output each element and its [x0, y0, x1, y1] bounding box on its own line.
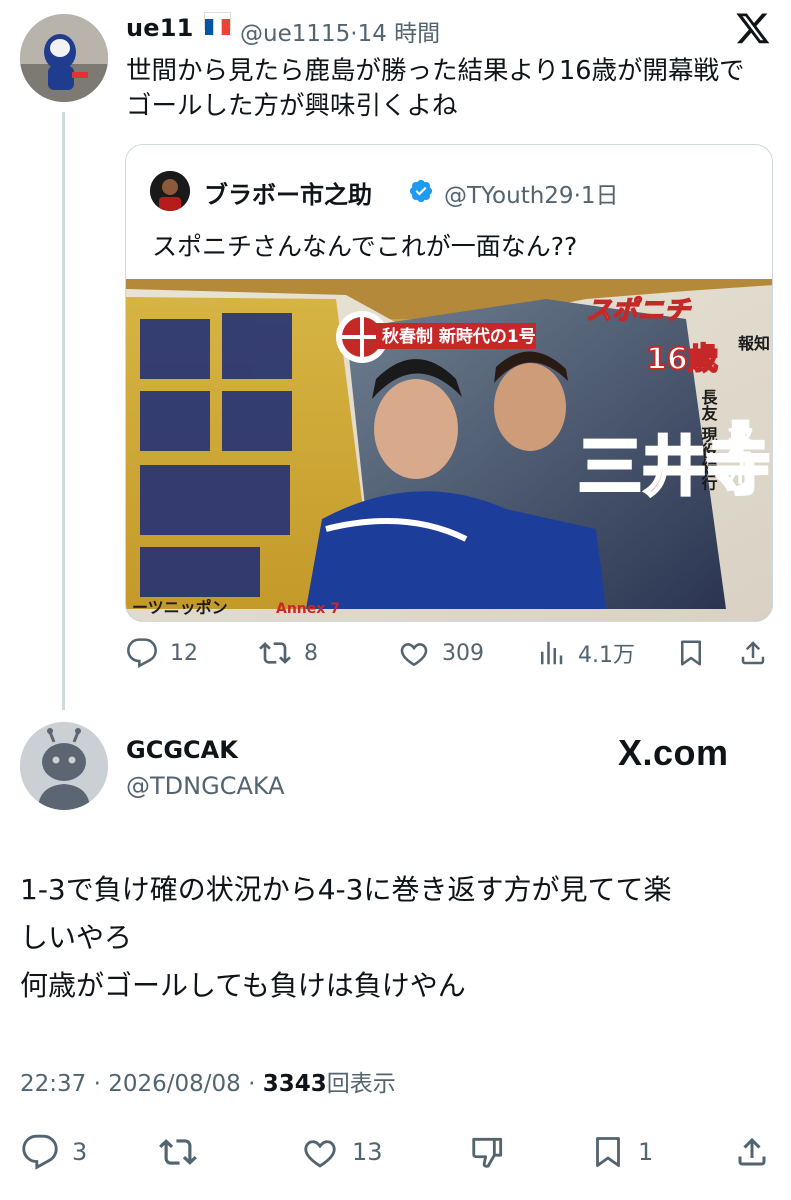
share-button[interactable]	[738, 637, 768, 669]
repost-icon	[259, 642, 291, 664]
newspaper-banner-text: 秋春制 新時代の1号	[382, 326, 536, 347]
author-handle[interactable]: @ue1115	[240, 21, 350, 47]
x-logo-icon	[735, 10, 771, 46]
quoted-avatar[interactable]	[150, 171, 190, 211]
newspaper-footer2: Annex 7	[276, 601, 340, 617]
views-icon	[541, 641, 563, 665]
quoted-author-name[interactable]: ブラボー市之助	[204, 175, 372, 210]
bookmark-icon	[681, 640, 701, 666]
avatar[interactable]	[20, 14, 108, 102]
quoted-text: スポニチさんなんでこれが一面なん??	[152, 232, 578, 261]
reply-button[interactable]: 12	[126, 637, 198, 669]
views-button[interactable]: 4.1万	[536, 637, 635, 669]
repost-icon	[159, 1139, 197, 1165]
verified-badge-icon	[408, 178, 434, 204]
quoted-post[interactable]: ブラボー市之助 @TYouth29·1日 スポニチさんなんでこれが一面なん??	[125, 144, 773, 622]
quoted-time[interactable]: 1日	[581, 183, 619, 209]
share-icon	[741, 641, 765, 665]
reply-icon	[22, 1134, 58, 1170]
post-timestamp[interactable]: 22:37 · 2026/08/08 ·	[20, 1071, 255, 1097]
reply-text-line: 何歳がゴールしても負けは負けやん	[20, 969, 466, 1002]
separator: ·	[573, 183, 581, 209]
post-meta: 22:37 · 2026/08/08 · 3343回表示	[20, 1064, 396, 1098]
bookmark-button[interactable]: 1	[590, 1133, 653, 1171]
reply-text: 1-3で負け確の状況から4-3に巻き返す方が見てて楽 しいやろ 何歳がゴールして…	[20, 866, 780, 1010]
quoted-handle-row: @TYouth29·1日	[444, 176, 619, 210]
like-button[interactable]: 13	[300, 1133, 383, 1171]
reply-count: 3	[72, 1138, 88, 1166]
views-label: 回表示	[326, 1071, 396, 1097]
reply-text-line: 1-3で負け確の状況から4-3に巻き返す方が見てて楽	[20, 873, 672, 906]
bookmark-icon	[596, 1137, 620, 1167]
separator: ·	[350, 21, 358, 47]
newspaper-masthead: スポニチ	[586, 296, 692, 326]
bookmark-button[interactable]	[676, 637, 706, 669]
flag-france-icon	[204, 12, 232, 35]
heart-icon	[304, 1140, 336, 1168]
thumbs-down-icon	[472, 1137, 503, 1168]
thread-line	[62, 112, 65, 710]
quoted-handle[interactable]: @TYouth29	[444, 183, 574, 209]
author-name[interactable]: ue11	[126, 12, 232, 42]
repost-count: 8	[304, 640, 318, 666]
author-name-text: ue11	[126, 14, 194, 42]
like-count: 309	[442, 640, 484, 666]
reply-author-name[interactable]: GCGCAK	[126, 736, 238, 764]
views-count: 4.1万	[578, 643, 635, 668]
dislike-button[interactable]	[468, 1133, 508, 1171]
newspaper-sub-text: 報知	[738, 334, 770, 353]
newspaper-footer: ーツニッポン	[132, 598, 228, 617]
reply-text-line: しいやろ	[20, 921, 133, 954]
repost-button[interactable]	[158, 1133, 210, 1171]
post-text: 世間から見たら鹿島が勝った結果より16歳が開幕戦でゴールした方が興味引くよね	[126, 56, 745, 121]
reply-icon	[127, 638, 157, 669]
share-icon	[738, 1137, 766, 1166]
reply-avatar[interactable]	[20, 722, 108, 810]
author-handle-row: @ue1115·14 時間	[240, 14, 440, 48]
like-button[interactable]: 309	[398, 637, 484, 669]
repost-button[interactable]: 8	[258, 637, 318, 669]
reply-button[interactable]: 3	[20, 1133, 87, 1171]
reply-author-handle[interactable]: @TDNGCAKA	[126, 772, 285, 800]
views-count: 3343	[262, 1071, 327, 1097]
share-button[interactable]	[734, 1133, 770, 1171]
like-count: 13	[352, 1138, 383, 1166]
newspaper-photo[interactable]: 秋春制 新時代の1号 スポニチ 16歳 長友 現役続行 三井寺 最年少 ーツニッ…	[126, 279, 772, 621]
post-time[interactable]: 14 時間	[358, 21, 441, 47]
heart-icon	[400, 643, 428, 667]
bookmark-count: 1	[638, 1138, 654, 1166]
newspaper-side2-text: 最年少	[724, 419, 753, 491]
xcom-watermark: X.com	[618, 732, 729, 773]
newspaper-age-text: 16歳	[646, 342, 718, 377]
reply-count: 12	[170, 640, 198, 666]
